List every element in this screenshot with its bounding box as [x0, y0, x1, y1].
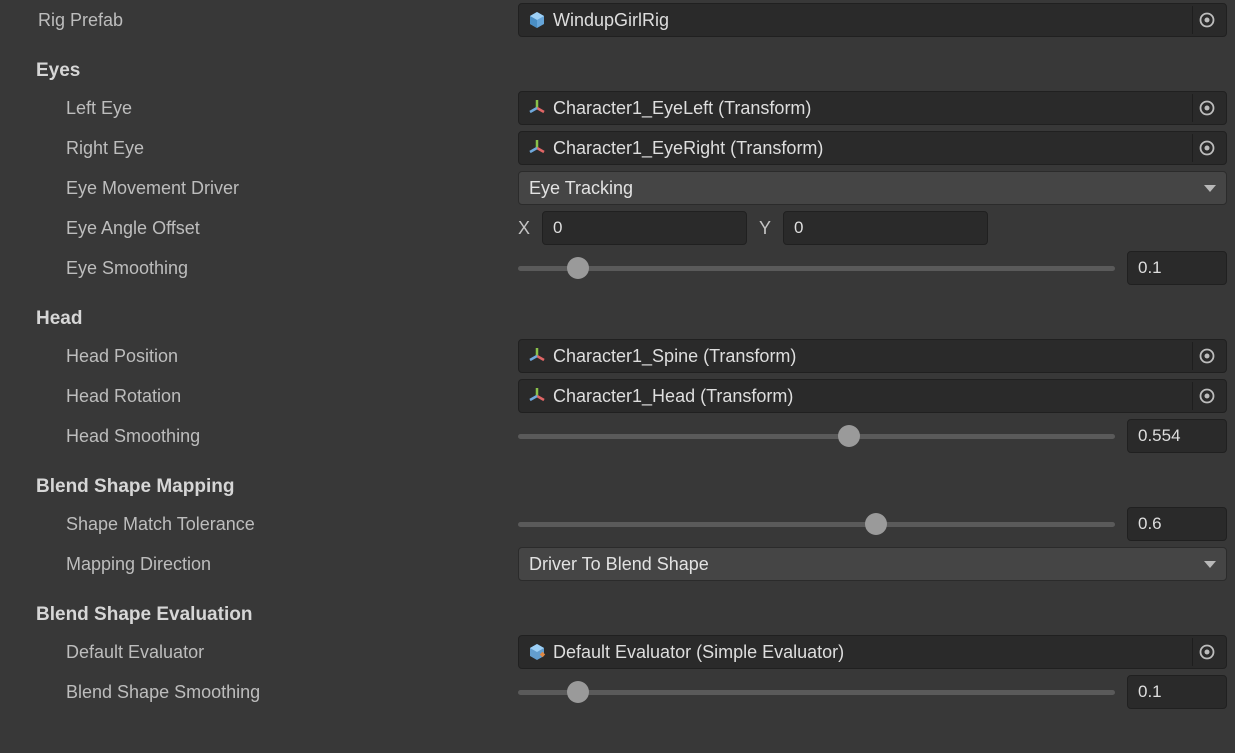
prefab-icon — [527, 10, 547, 30]
object-picker-button[interactable] — [1192, 6, 1220, 34]
field-right-eye[interactable]: Character1_EyeRight (Transform) — [518, 131, 1227, 165]
inspector-panel: Rig Prefab WindupGirlRig Eyes Left Eye C… — [0, 0, 1235, 732]
dropdown-mapping-direction[interactable]: Driver To Blend Shape — [518, 547, 1227, 581]
label-head-smoothing: Head Smoothing — [38, 426, 518, 447]
header-label-head: Head — [36, 308, 516, 330]
value-rig-prefab: WindupGirlRig — [553, 10, 1182, 31]
slider-thumb[interactable] — [838, 425, 860, 447]
row-head-rotation: Head Rotation Character1_Head (Transform… — [38, 376, 1227, 416]
value-default-evaluator: Default Evaluator (Simple Evaluator) — [553, 642, 1182, 663]
value-eye-driver: Eye Tracking — [529, 178, 1196, 199]
slider-thumb[interactable] — [567, 257, 589, 279]
label-right-eye: Right Eye — [38, 138, 518, 159]
row-eye-angle-offset: Eye Angle Offset X Y — [38, 208, 1227, 248]
label-eye-driver: Eye Movement Driver — [38, 178, 518, 199]
row-left-eye: Left Eye Character1_EyeLeft (Transform) — [38, 88, 1227, 128]
label-default-evaluator: Default Evaluator — [38, 642, 518, 663]
header-label-eyes: Eyes — [36, 60, 516, 82]
value-right-eye: Character1_EyeRight (Transform) — [553, 138, 1182, 159]
field-head-rotation[interactable]: Character1_Head (Transform) — [518, 379, 1227, 413]
slider-thumb[interactable] — [865, 513, 887, 535]
value-mapping-direction: Driver To Blend Shape — [529, 554, 1196, 575]
dropdown-eye-driver[interactable]: Eye Tracking — [518, 171, 1227, 205]
input-eye-angle-y[interactable] — [783, 211, 988, 245]
transform-icon — [527, 138, 547, 158]
object-picker-button[interactable] — [1192, 382, 1220, 410]
label-left-eye: Left Eye — [38, 98, 518, 119]
field-default-evaluator[interactable]: Default Evaluator (Simple Evaluator) — [518, 635, 1227, 669]
label-mapping-direction: Mapping Direction — [38, 554, 518, 575]
row-eye-driver: Eye Movement Driver Eye Tracking — [38, 168, 1227, 208]
value-left-eye: Character1_EyeLeft (Transform) — [553, 98, 1182, 119]
transform-icon — [527, 346, 547, 366]
object-picker-button[interactable] — [1192, 638, 1220, 666]
header-eyes: Eyes — [38, 40, 1227, 88]
input-eye-smoothing[interactable] — [1127, 251, 1227, 285]
slider-thumb[interactable] — [567, 681, 589, 703]
field-rig-prefab[interactable]: WindupGirlRig — [518, 3, 1227, 37]
label-head-position: Head Position — [38, 346, 518, 367]
header-label-blend-mapping: Blend Shape Mapping — [36, 476, 516, 498]
vector-x-label: X — [518, 218, 530, 239]
slider-track — [518, 690, 1115, 695]
slider-eye-smoothing[interactable] — [518, 251, 1115, 285]
label-shape-tolerance: Shape Match Tolerance — [38, 514, 518, 535]
label-eye-smoothing: Eye Smoothing — [38, 258, 518, 279]
row-rig-prefab: Rig Prefab WindupGirlRig — [38, 0, 1227, 40]
row-head-smoothing: Head Smoothing — [38, 416, 1227, 456]
row-head-position: Head Position Character1_Spine (Transfor… — [38, 336, 1227, 376]
object-picker-button[interactable] — [1192, 134, 1220, 162]
vector-y-label: Y — [759, 218, 771, 239]
label-eye-angle-offset: Eye Angle Offset — [38, 218, 518, 239]
input-head-smoothing[interactable] — [1127, 419, 1227, 453]
field-left-eye[interactable]: Character1_EyeLeft (Transform) — [518, 91, 1227, 125]
slider-shape-tolerance[interactable] — [518, 507, 1115, 541]
object-picker-button[interactable] — [1192, 94, 1220, 122]
header-blend-eval: Blend Shape Evaluation — [38, 584, 1227, 632]
row-default-evaluator: Default Evaluator Default Evaluator (Sim… — [38, 632, 1227, 672]
input-shape-tolerance[interactable] — [1127, 507, 1227, 541]
value-head-position: Character1_Spine (Transform) — [553, 346, 1182, 367]
field-head-position[interactable]: Character1_Spine (Transform) — [518, 339, 1227, 373]
slider-head-smoothing[interactable] — [518, 419, 1115, 453]
chevron-down-icon — [1204, 185, 1216, 192]
transform-icon — [527, 386, 547, 406]
header-blend-mapping: Blend Shape Mapping — [38, 456, 1227, 504]
header-head: Head — [38, 288, 1227, 336]
row-blend-smoothing: Blend Shape Smoothing — [38, 672, 1227, 712]
label-head-rotation: Head Rotation — [38, 386, 518, 407]
row-shape-tolerance: Shape Match Tolerance — [38, 504, 1227, 544]
header-label-blend-eval: Blend Shape Evaluation — [36, 604, 516, 626]
object-picker-button[interactable] — [1192, 342, 1220, 370]
slider-blend-smoothing[interactable] — [518, 675, 1115, 709]
value-head-rotation: Character1_Head (Transform) — [553, 386, 1182, 407]
slider-track — [518, 522, 1115, 527]
input-eye-angle-x[interactable] — [542, 211, 747, 245]
scriptable-object-icon — [527, 642, 547, 662]
label-blend-smoothing: Blend Shape Smoothing — [38, 682, 518, 703]
row-right-eye: Right Eye Character1_EyeRight (Transform… — [38, 128, 1227, 168]
row-eye-smoothing: Eye Smoothing — [38, 248, 1227, 288]
label-rig-prefab: Rig Prefab — [38, 10, 518, 31]
row-mapping-direction: Mapping Direction Driver To Blend Shape — [38, 544, 1227, 584]
input-blend-smoothing[interactable] — [1127, 675, 1227, 709]
chevron-down-icon — [1204, 561, 1216, 568]
transform-icon — [527, 98, 547, 118]
slider-track — [518, 434, 1115, 439]
slider-track — [518, 266, 1115, 271]
